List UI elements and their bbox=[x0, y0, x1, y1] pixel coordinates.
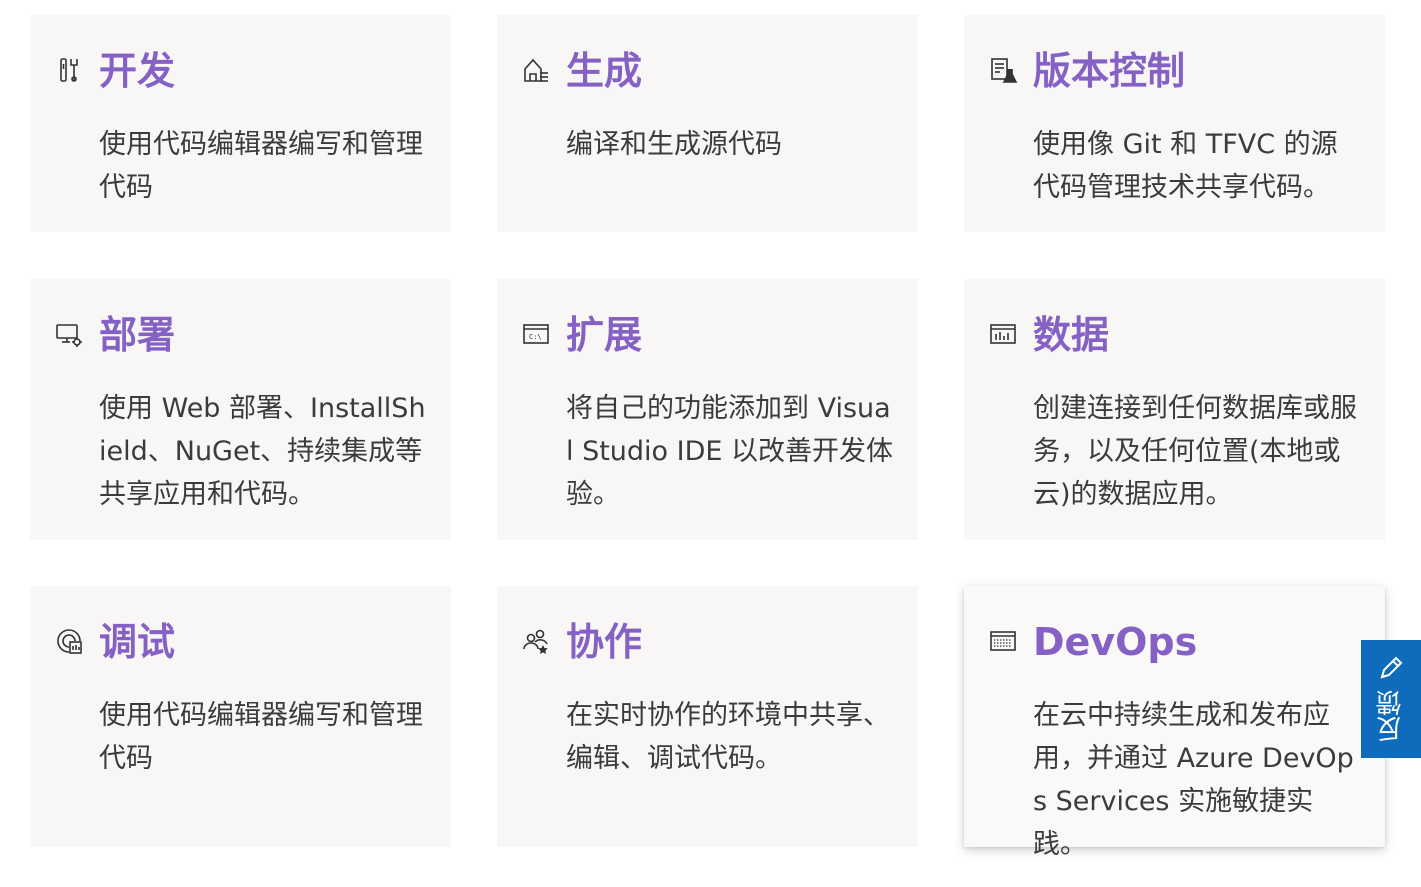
card-extend[interactable]: C:\ 扩展 将自己的功能添加到 Visual Studio IDE 以改善开发… bbox=[497, 279, 918, 540]
card-version-control[interactable]: 版本控制 使用像 Git 和 TFVC 的源代码管理技术共享代码。 bbox=[964, 15, 1385, 232]
pencil-icon bbox=[1377, 654, 1405, 682]
card-develop[interactable]: 开发 使用代码编辑器编写和管理代码 bbox=[30, 15, 451, 232]
feedback-button[interactable]: 反馈 bbox=[1361, 640, 1421, 758]
card-description: 使用 Web 部署、InstallShield、NuGet、持续集成等共享应用和… bbox=[99, 393, 426, 510]
card-title: 版本控制 bbox=[1033, 49, 1186, 93]
card-description: 将自己的功能添加到 Visual Studio IDE 以改善开发体验。 bbox=[566, 393, 894, 510]
debug-icon bbox=[54, 626, 84, 656]
card-title: 调试 bbox=[99, 620, 176, 664]
card-deploy[interactable]: 部署 使用 Web 部署、InstallShield、NuGet、持续集成等共享… bbox=[30, 279, 451, 540]
card-title: 部署 bbox=[99, 313, 176, 357]
card-title: DevOps bbox=[1033, 620, 1198, 664]
card-description: 在实时协作的环境中共享、编辑、调试代码。 bbox=[566, 700, 890, 774]
card-description: 编译和生成源代码 bbox=[566, 129, 782, 160]
card-title: 扩展 bbox=[566, 313, 643, 357]
card-devops[interactable]: DevOps 在云中持续生成和发布应用，并通过 Azure DevOps Ser… bbox=[964, 586, 1385, 860]
card-title: 开发 bbox=[99, 49, 176, 93]
card-title: 数据 bbox=[1033, 313, 1110, 357]
tools-icon bbox=[54, 55, 84, 85]
data-icon bbox=[988, 319, 1018, 349]
extend-icon: C:\ bbox=[521, 319, 551, 349]
card-description: 使用代码编辑器编写和管理代码 bbox=[99, 129, 423, 203]
devops-icon bbox=[988, 626, 1018, 656]
card-build[interactable]: 生成 编译和生成源代码 bbox=[497, 15, 918, 232]
feedback-label: 反馈 bbox=[1376, 690, 1406, 742]
feature-grid: 开发 使用代码编辑器编写和管理代码 生成 编译和生成源代码 版本控制 使用像 G… bbox=[0, 0, 1421, 887]
version-control-icon bbox=[988, 55, 1018, 85]
card-description: 使用代码编辑器编写和管理代码 bbox=[99, 700, 423, 774]
card-description: 创建连接到任何数据库或服务，以及任何位置(本地或云)的数据应用。 bbox=[1033, 393, 1357, 510]
card-collaborate[interactable]: 协作 在实时协作的环境中共享、编辑、调试代码。 bbox=[497, 586, 918, 847]
card-title: 生成 bbox=[566, 49, 643, 93]
collaborate-icon bbox=[521, 626, 551, 656]
svg-text:C:\: C:\ bbox=[529, 333, 542, 341]
card-data[interactable]: 数据 创建连接到任何数据库或服务，以及任何位置(本地或云)的数据应用。 bbox=[964, 279, 1385, 540]
card-debug[interactable]: 调试 使用代码编辑器编写和管理代码 bbox=[30, 586, 451, 847]
card-description: 使用像 Git 和 TFVC 的源代码管理技术共享代码。 bbox=[1033, 129, 1338, 203]
deploy-icon bbox=[54, 319, 84, 349]
card-description: 在云中持续生成和发布应用，并通过 Azure DevOps Services 实… bbox=[1033, 700, 1354, 860]
build-icon bbox=[521, 55, 551, 85]
card-title: 协作 bbox=[566, 620, 643, 664]
